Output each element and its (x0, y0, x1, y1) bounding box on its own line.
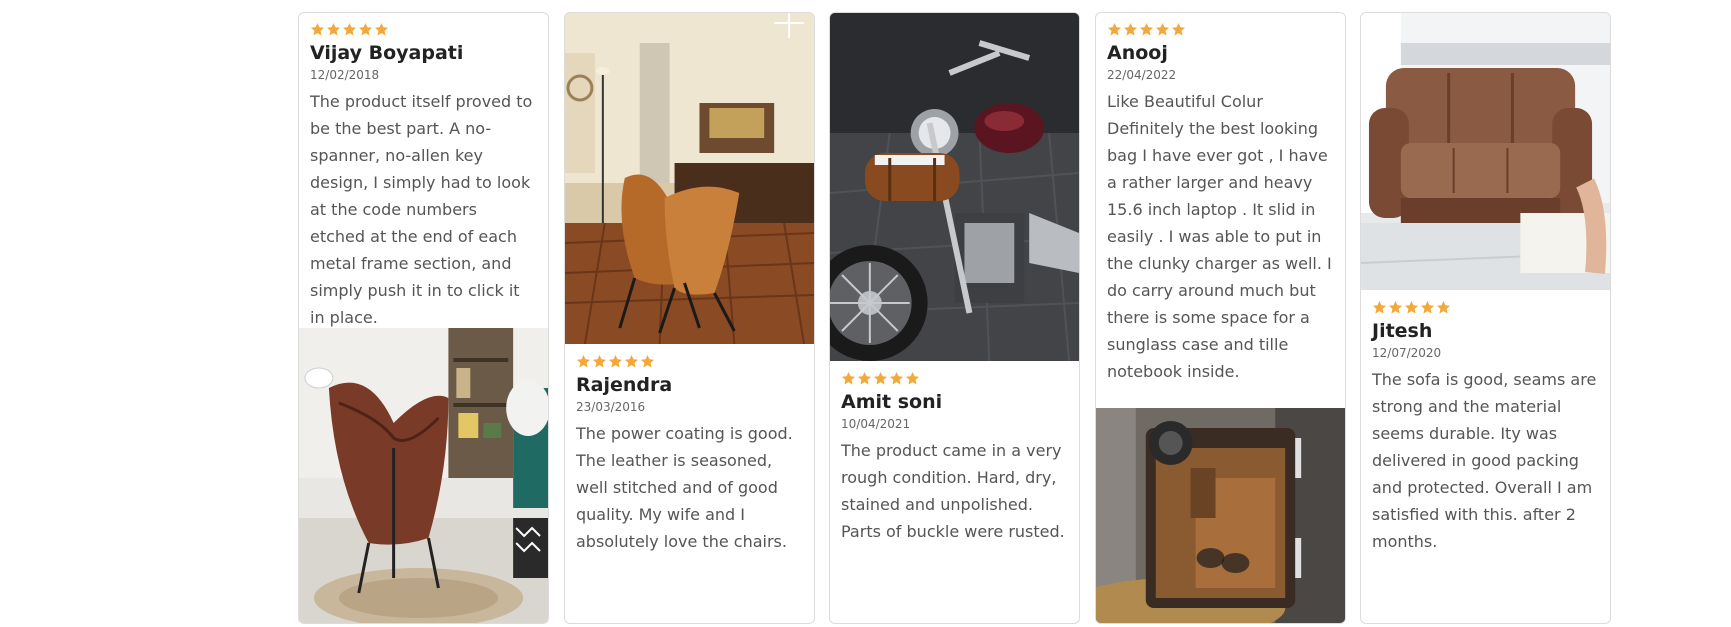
review-text: The sofa is good, seams are strong and t… (1372, 370, 1597, 551)
star-icon (889, 371, 904, 385)
star-icon (1372, 300, 1387, 314)
review-content: Rajendra 23/03/2016 The power coating is… (565, 344, 814, 555)
star-icon (1139, 22, 1154, 36)
review-text: The power coating is good. The leather i… (576, 424, 793, 551)
star-icon (1436, 300, 1451, 314)
review-text: The product came in a very rough conditi… (841, 441, 1065, 541)
star-icon (1123, 22, 1138, 36)
review-text: Like Beautiful Colur Definitely the best… (1107, 92, 1332, 381)
review-card: Vijay Boyapati 12/02/2018 The product it… (298, 12, 549, 624)
review-card: Amit soni 10/04/2021 The product came in… (829, 12, 1080, 624)
reviewer-name: Amit soni (841, 391, 943, 413)
review-date: 22/04/2022 (1107, 68, 1177, 82)
rating-stars (576, 354, 803, 371)
leather-sofa-photo[interactable] (1361, 13, 1610, 290)
review-card: Jitesh 12/07/2020 The sofa is good, seam… (1360, 12, 1611, 624)
reviewer-name: Vijay Boyapati (310, 42, 464, 64)
leather-laptop-bag-photo[interactable] (1096, 408, 1345, 623)
butterfly-chair-photo[interactable] (299, 328, 548, 623)
review-content: Amit soni 10/04/2021 The product came in… (830, 361, 1079, 545)
review-content: Anooj 22/04/2022 Like Beautiful Colur De… (1096, 13, 1345, 385)
review-card: Rajendra 23/03/2016 The power coating is… (564, 12, 815, 624)
reviewer-name: Anooj (1107, 42, 1168, 64)
rating-stars (1107, 22, 1334, 39)
review-content: Jitesh 12/07/2020 The sofa is good, seam… (1361, 290, 1610, 555)
star-icon (592, 354, 607, 368)
rating-stars (1372, 300, 1599, 317)
star-icon (640, 354, 655, 368)
motorcycle-leather-bag-photo[interactable] (830, 13, 1079, 361)
reviewer-name: Rajendra (576, 374, 673, 396)
star-icon (905, 371, 920, 385)
butterfly-chairs-room-photo[interactable] (565, 13, 814, 344)
reviewer-name: Jitesh (1372, 320, 1433, 342)
star-icon (841, 371, 856, 385)
star-icon (326, 22, 341, 36)
star-icon (857, 371, 872, 385)
star-icon (358, 22, 373, 36)
star-icon (1107, 22, 1122, 36)
review-date: 12/02/2018 (310, 68, 380, 82)
star-icon (624, 354, 639, 368)
review-content: Vijay Boyapati 12/02/2018 The product it… (299, 13, 548, 331)
review-card: Anooj 22/04/2022 Like Beautiful Colur De… (1095, 12, 1346, 624)
star-icon (1420, 300, 1435, 314)
review-date: 23/03/2016 (576, 400, 646, 414)
review-date: 10/04/2021 (841, 417, 911, 431)
rating-stars (310, 22, 537, 39)
star-icon (1171, 22, 1186, 36)
review-text: The product itself proved to be the best… (310, 92, 533, 327)
review-date: 12/07/2020 (1372, 346, 1442, 360)
star-icon (576, 354, 591, 368)
star-icon (374, 22, 389, 36)
star-icon (1155, 22, 1170, 36)
rating-stars (841, 371, 1068, 388)
star-icon (310, 22, 325, 36)
star-icon (1404, 300, 1419, 314)
star-icon (873, 371, 888, 385)
star-icon (1388, 300, 1403, 314)
star-icon (608, 354, 623, 368)
star-icon (342, 22, 357, 36)
